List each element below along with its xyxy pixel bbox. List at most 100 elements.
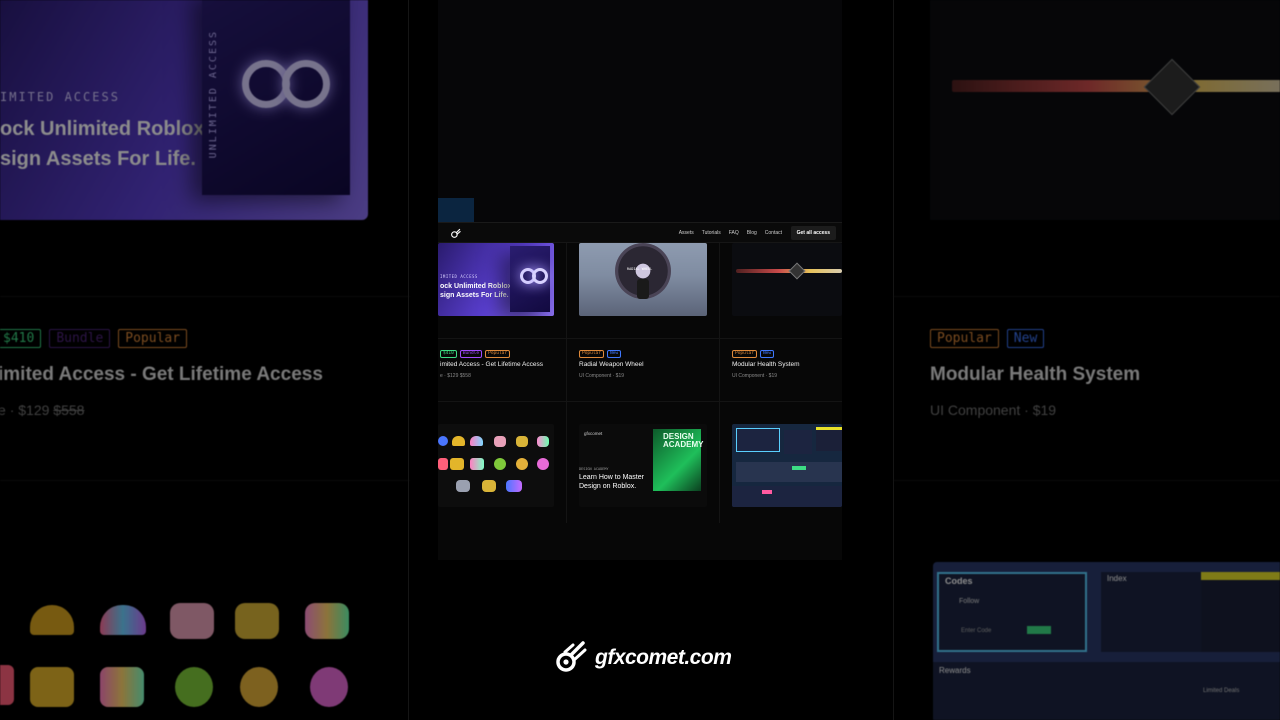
left-headline-2: sign Assets For Life.: [0, 148, 196, 170]
codes-panel: Codes Follow Enter Code: [937, 572, 1087, 652]
card-tags: $410 Bundle Popular: [440, 350, 511, 358]
right-meta-category: UI Component: [930, 402, 1021, 418]
academy-box: DESIGN ACADEMY: [653, 429, 704, 491]
right-price: $19: [1032, 402, 1057, 418]
tag-new: New: [1006, 329, 1045, 348]
nav-link-blog[interactable]: Blog: [747, 230, 757, 236]
tag-bundle: Bundle: [49, 329, 111, 348]
left-tags: $410 Bundle Popular: [0, 329, 188, 348]
nav-links: Assets Tutorials FAQ Blog Contact: [679, 230, 782, 236]
card-meta: UI Component · $19: [579, 373, 625, 379]
site-top-area: [438, 0, 842, 222]
nav-link-tutorials[interactable]: Tutorials: [702, 230, 721, 236]
card-title: Radial Weapon Wheel: [579, 361, 644, 368]
rewards-title: Rewards: [939, 666, 971, 675]
tag-price: $410: [0, 329, 42, 348]
thumb-line-1: ock Unlimited Roblox: [440, 283, 512, 290]
potion-icon-green: [175, 667, 213, 707]
academy-kicker: DESIGN ACADEMY: [579, 467, 609, 471]
left-icons-image: [0, 575, 370, 720]
codes-enter: Enter Code: [961, 628, 992, 634]
tag-popular: Popular: [118, 329, 188, 348]
codes-submit: [1027, 626, 1051, 634]
codes-follow: Follow: [959, 598, 980, 605]
thumb-line-2: sign Assets For Life.: [440, 292, 509, 299]
index-panel: Index: [1101, 572, 1201, 652]
potion-icon-gold: [240, 667, 278, 707]
right-title: Modular Health System: [930, 364, 1141, 385]
asset-card-unlimited[interactable]: IMITED ACCESS ock Unlimited Roblox sign …: [438, 243, 566, 401]
diamond-icon: [788, 262, 806, 280]
asset-card-icons[interactable]: [438, 424, 566, 507]
comet-logo-icon[interactable]: [450, 228, 461, 239]
academy-box-title: DESIGN ACADEMY: [663, 432, 704, 449]
left-access-label: IMITED ACCESS: [0, 90, 120, 104]
tag-popular: Popular: [732, 350, 757, 358]
right-uikit-image: Codes Follow Enter Code Index Rewards Li…: [933, 562, 1280, 720]
nav-link-contact[interactable]: Contact: [765, 230, 782, 236]
tag-popular: Popular: [485, 350, 511, 358]
card-title: imited Access - Get Lifetime Access: [440, 361, 543, 368]
left-price: $129: [18, 402, 50, 418]
right-health-image: [930, 0, 1280, 220]
canister-icon-gold: [235, 603, 279, 639]
get-all-access-button[interactable]: Get all access: [790, 226, 836, 240]
academy-line-2: Design on Roblox.: [579, 483, 637, 490]
thumb-product-box: [510, 246, 550, 312]
nav-link-assets[interactable]: Assets: [679, 230, 694, 236]
asset-card-ui-kit[interactable]: [732, 424, 842, 507]
card-thumb-radial: RADIAL WHEEL: [579, 243, 707, 316]
thumb-access-label: IMITED ACCESS: [440, 274, 478, 279]
site-navbar: Assets Tutorials FAQ Blog Contact Get al…: [438, 222, 842, 243]
tag-bundle: Bundle: [459, 350, 483, 358]
tag-popular: Popular: [579, 350, 604, 358]
canister-icon-pink: [170, 603, 214, 639]
right-diamond-icon: [1143, 58, 1201, 116]
card-thumb-health: [732, 243, 842, 316]
block-icon-gold: [30, 667, 74, 707]
card-meta: UI Component · $19: [732, 373, 778, 379]
left-old-price: $558: [53, 402, 85, 418]
right-tags: Popular New: [930, 329, 1045, 348]
divider-left: [408, 0, 409, 720]
card-thumb-unlimited: IMITED ACCESS ock Unlimited Roblox sign …: [438, 243, 554, 316]
right-background-panel: Popular New Modular Health System UI Com…: [893, 0, 1280, 720]
card-meta: e · $129 $558: [440, 373, 471, 379]
footer-brand-text: gfxcomet.com: [595, 646, 732, 669]
left-headline-1: ock Unlimited Roblox: [0, 118, 205, 140]
comet-logo-icon: [556, 641, 587, 672]
thumb-wheel-label: RADIAL WHEEL: [627, 267, 653, 271]
potion-icon-pink: [310, 667, 348, 707]
academy-brand: gfxcomet: [584, 431, 603, 436]
index-tab: [1201, 572, 1280, 652]
left-title: imited Access - Get Lifetime Access: [0, 364, 323, 385]
left-meta: e · $129 $558: [0, 402, 85, 418]
asset-card-design-academy[interactable]: gfxcomet DESIGN ACADEMY Learn How to Mas…: [579, 424, 707, 507]
tag-new: New: [606, 350, 622, 358]
asset-card-health-system[interactable]: Popular New Modular Health System UI Com…: [732, 243, 842, 401]
nav-link-faq[interactable]: FAQ: [729, 230, 739, 236]
card-thumb-academy: gfxcomet DESIGN ACADEMY Learn How to Mas…: [579, 424, 707, 507]
card-thumb-uikit: [732, 424, 842, 507]
left-background-panel: IMITED ACCESS ock Unlimited Roblox sign …: [0, 0, 410, 720]
asset-card-radial-wheel[interactable]: RADIAL WHEEL Popular New Radial Weapon W…: [579, 243, 719, 401]
rewards-panel: Rewards Limited Deals: [933, 662, 1280, 720]
left-promo-image: IMITED ACCESS ock Unlimited Roblox sign …: [0, 0, 368, 220]
tag-price: $410: [440, 350, 457, 358]
card-tags: Popular New: [732, 350, 775, 358]
website-window: Assets Tutorials FAQ Blog Contact Get al…: [438, 0, 842, 560]
tag-new: New: [759, 350, 775, 358]
tag-popular: Popular: [930, 329, 999, 348]
academy-line-1: Learn How to Master: [579, 474, 644, 481]
block-icon-rainbow: [100, 667, 144, 707]
helmet-icon: [438, 436, 448, 446]
cap-icon: [452, 436, 465, 446]
footer-brand: gfxcomet.com: [553, 638, 733, 678]
index-title: Index: [1107, 574, 1127, 583]
card-title: Modular Health System: [732, 361, 800, 368]
limited-deals: Limited Deals: [1203, 688, 1240, 694]
right-meta: UI Component · $19: [930, 402, 1057, 418]
left-meta-prefix: e: [0, 402, 6, 418]
card-tags: Popular New: [579, 350, 622, 358]
canister-icon-rainbow: [305, 603, 349, 639]
